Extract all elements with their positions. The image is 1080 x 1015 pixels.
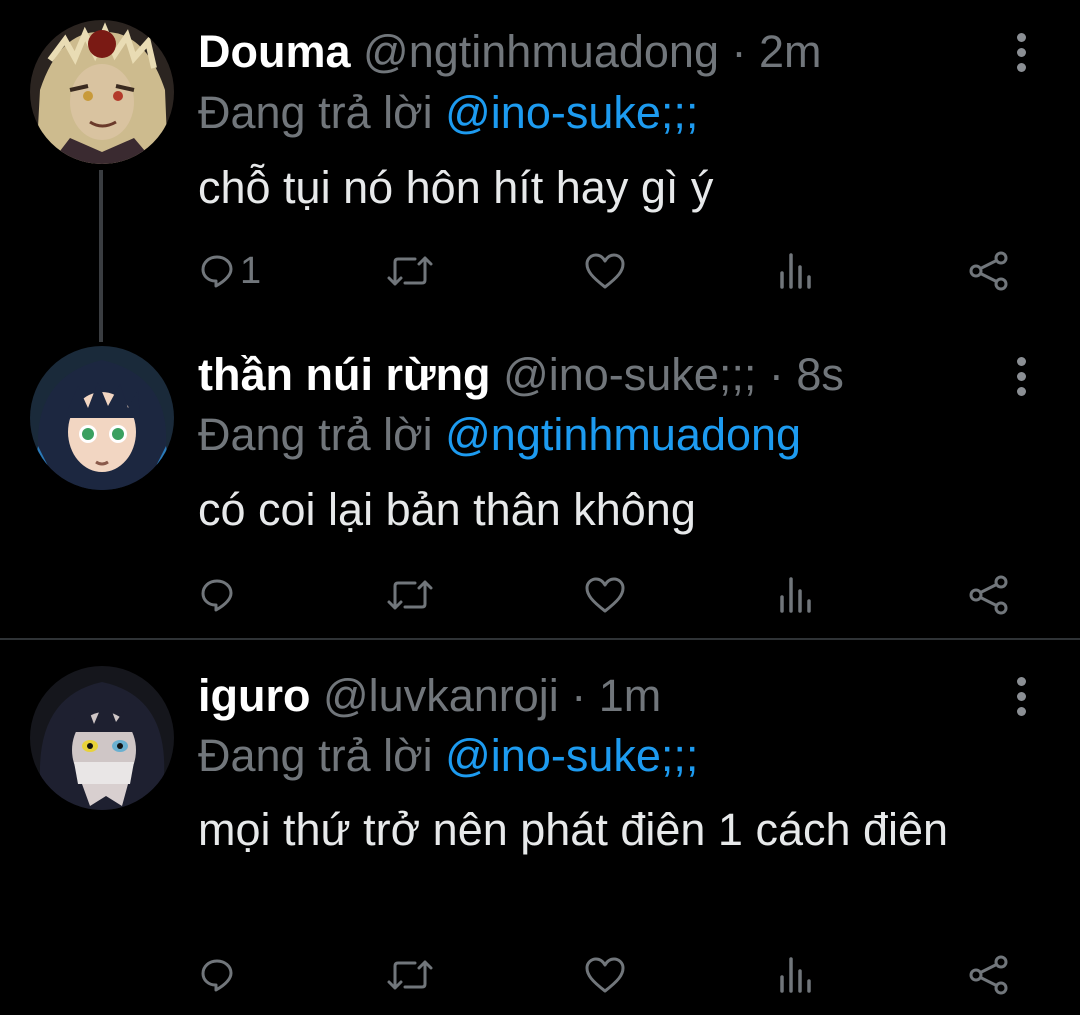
retweet-button[interactable] (385, 570, 435, 620)
separator-dot: · (756, 349, 797, 400)
like-button[interactable] (584, 246, 626, 296)
like-icon (585, 253, 625, 289)
reply-button[interactable]: 1 (200, 246, 261, 296)
views-icon (780, 577, 811, 613)
reply-prefix: Đang trả lời (198, 409, 433, 460)
views-button[interactable] (778, 570, 816, 620)
action-bar (0, 570, 1080, 620)
tweet-text: có coi lại bản thân không (198, 484, 696, 535)
separator-dot: · (718, 26, 759, 77)
tweet-header: iguro @luvkanroji · 1m (198, 670, 661, 722)
reply-button[interactable] (200, 950, 240, 1000)
tweet-header: thần núi rừng @ino-suke;;; · 8s (198, 349, 844, 401)
tweet-text: mọi thứ trở nên phát điên 1 cách điên (198, 804, 949, 855)
replying-to: Đang trả lời @ino-suke;;; (198, 730, 698, 782)
share-icon (969, 575, 1008, 615)
retweet-button[interactable] (385, 950, 435, 1000)
retweet-icon (387, 960, 433, 990)
tweet-3[interactable]: iguro @luvkanroji · 1m Đang trả lời @ino… (0, 640, 1080, 1015)
reply-mention[interactable]: @ngtinhmuadong (445, 409, 801, 460)
tweet-2[interactable]: thần núi rừng @ino-suke;;; · 8s Đang trả… (0, 330, 1080, 638)
tweet-text: chỗ tụi nó hôn hít hay gì ý (198, 162, 714, 213)
thread-connector (99, 330, 103, 342)
author-handle[interactable]: @ngtinhmuadong (363, 26, 719, 77)
avatar-douma[interactable] (30, 20, 174, 164)
reply-icon (201, 579, 233, 612)
author-name[interactable]: iguro (198, 670, 310, 721)
timestamp[interactable]: 2m (759, 26, 822, 77)
avatar-inosuke[interactable] (30, 346, 174, 490)
tweet-header: Douma @ngtinhmuadong · 2m (198, 26, 821, 78)
like-icon (585, 957, 625, 993)
reply-mention[interactable]: @ino-suke;;; (445, 730, 698, 781)
author-name[interactable]: thần núi rừng (198, 349, 491, 400)
views-button[interactable] (778, 246, 816, 296)
reply-icon (201, 255, 233, 288)
replying-to: Đang trả lời @ino-suke;;; (198, 87, 698, 139)
avatar-iguro[interactable] (30, 666, 174, 810)
more-options-icon[interactable] (1008, 33, 1034, 77)
like-button[interactable] (584, 570, 626, 620)
more-options-icon[interactable] (1008, 677, 1034, 721)
timestamp[interactable]: 8s (796, 349, 844, 400)
action-bar (0, 950, 1080, 1000)
share-button[interactable] (968, 950, 1010, 1000)
retweet-icon (387, 580, 433, 610)
share-icon (969, 251, 1008, 291)
views-button[interactable] (778, 950, 816, 1000)
action-bar: 1 (0, 246, 1080, 296)
share-button[interactable] (968, 246, 1010, 296)
views-icon (780, 957, 811, 993)
reply-icon (201, 959, 233, 992)
reply-count: 1 (240, 249, 262, 292)
more-options-icon[interactable] (1008, 357, 1034, 401)
like-button[interactable] (584, 950, 626, 1000)
views-icon (780, 253, 811, 289)
tweet-1[interactable]: Douma @ngtinhmuadong · 2m Đang trả lời @… (0, 0, 1080, 340)
retweet-button[interactable] (385, 246, 435, 296)
timestamp[interactable]: 1m (599, 670, 662, 721)
reply-prefix: Đang trả lời (198, 730, 433, 781)
like-icon (585, 577, 625, 613)
reply-mention[interactable]: @ino-suke;;; (445, 87, 698, 138)
author-name[interactable]: Douma (198, 26, 351, 77)
replying-to: Đang trả lời @ngtinhmuadong (198, 409, 801, 461)
reply-button[interactable] (200, 570, 240, 620)
author-handle[interactable]: @ino-suke;;; (503, 349, 756, 400)
share-button[interactable] (968, 570, 1010, 620)
share-icon (969, 955, 1008, 995)
reply-prefix: Đang trả lời (198, 87, 433, 138)
author-handle[interactable]: @luvkanroji (323, 670, 559, 721)
retweet-icon (387, 256, 433, 286)
separator-dot: · (558, 670, 599, 721)
